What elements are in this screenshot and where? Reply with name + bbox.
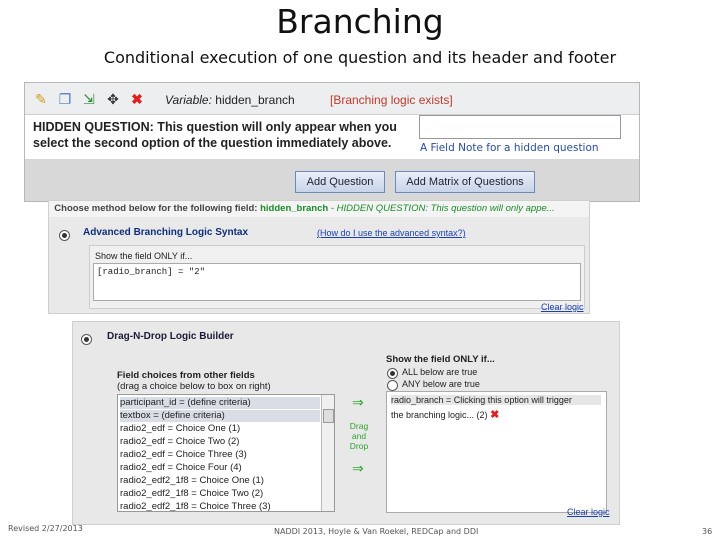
pencil-icon[interactable]: ✎ [33, 91, 49, 107]
add-matrix-button[interactable]: Add Matrix of Questions [395, 171, 535, 193]
list-item[interactable]: radio2_edf2_1f8 = Choice Three (3) [120, 501, 320, 511]
field-desc: - HIDDEN QUESTION: This question will on… [330, 203, 555, 214]
field-note: A Field Note for a hidden question [420, 142, 599, 154]
right-arrow-icon: ⇒ [352, 460, 364, 476]
footer-center: NADDI 2013, Hoyle & Van Roekel, REDCap a… [274, 527, 479, 536]
question-text: HIDDEN QUESTION: This question will only… [33, 120, 397, 150]
dnd-builder-panel: Drag-N-Drop Logic Builder Field choices … [72, 321, 620, 525]
advanced-title: Advanced Branching Logic Syntax [83, 227, 249, 238]
footer-page: 36 [702, 527, 713, 536]
list-item[interactable]: radio2_edf = Choice One (1) [120, 423, 320, 435]
field-name: hidden_branch [260, 203, 329, 214]
any-true-radio[interactable] [387, 380, 398, 391]
choices-list[interactable]: participant_id = (define criteria) textb… [117, 394, 335, 512]
advanced-radio[interactable] [59, 230, 70, 241]
choose-method-row: Choose method below for the following fi… [49, 201, 589, 217]
choose-prefix: Choose method below for the following fi… [54, 203, 258, 214]
drag-drop-label: Drag and Drop [349, 421, 369, 451]
copy-icon[interactable]: ❐ [57, 91, 73, 107]
list-item[interactable]: radio2_edf = Choice Four (4) [120, 462, 320, 474]
branch-icon[interactable]: ⇲ [81, 91, 97, 107]
add-question-button[interactable]: Add Question [295, 171, 385, 193]
list-item[interactable]: radio2_edf = Choice Two (2) [120, 436, 320, 448]
choices-title: Field choices from other fields [117, 370, 255, 381]
show-only-label: Show the field ONLY if... [386, 354, 495, 365]
any-true-label: ANY below are true [402, 379, 480, 389]
all-true-label: ALL below are true [402, 367, 478, 377]
clear-logic-link[interactable]: Clear logic [541, 302, 584, 312]
branching-status[interactable]: [Branching logic exists] [330, 93, 453, 107]
advanced-help-link[interactable]: (How do I use the advanced syntax?) [317, 228, 466, 238]
dnd-title: Drag-N-Drop Logic Builder [107, 331, 234, 342]
scroll-thumb[interactable] [323, 409, 334, 423]
list-item[interactable]: radio2_edf2_1f8 = Choice Two (2) [120, 488, 320, 500]
choices-scrollbar[interactable] [321, 395, 334, 511]
answer-input[interactable] [419, 115, 621, 139]
choices-subtitle: (drag a choice below to box on right) [117, 381, 271, 392]
variable-name: hidden_branch [215, 93, 295, 107]
show-field-label: Show the field ONLY if... [95, 251, 193, 261]
list-item[interactable]: participant_id = (define criteria) [120, 397, 320, 409]
field-toolbar: ✎ ❐ ⇲ ✥ ✖ Variable: hidden_branch [Branc… [25, 83, 639, 115]
question-editor-panel: ✎ ❐ ⇲ ✥ ✖ Variable: hidden_branch [Branc… [24, 82, 640, 202]
list-item[interactable]: textbox = (define criteria) [120, 410, 320, 422]
move-icon[interactable]: ✥ [105, 91, 121, 107]
list-item[interactable]: radio2_edf = Choice Three (3) [120, 449, 320, 461]
right-arrow-icon: ⇒ [352, 394, 364, 410]
slide-title: Branching [276, 2, 444, 41]
logic-drop-box[interactable]: radio_branch = Clicking this option will… [386, 391, 607, 513]
drop-item-line2[interactable]: the branching logic... (2) ✖ [391, 408, 499, 421]
logic-syntax-textarea[interactable]: [radio_branch] = "2" [93, 263, 581, 301]
advanced-syntax-panel: Choose method below for the following fi… [48, 200, 590, 314]
remove-x-icon[interactable]: ✖ [490, 409, 499, 421]
question-row: HIDDEN QUESTION: This question will only… [25, 115, 639, 159]
dnd-radio[interactable] [81, 334, 92, 345]
delete-x-icon[interactable]: ✖ [129, 91, 145, 107]
advanced-logic-box: Show the field ONLY if... [radio_branch]… [89, 245, 585, 309]
footer-revised: Revised 2/27/2013 [8, 524, 83, 533]
variable-label: Variable: hidden_branch [165, 93, 295, 107]
list-item[interactable]: radio2_edf2_1f8 = Choice One (1) [120, 475, 320, 487]
drop-item-line1[interactable]: radio_branch = Clicking this option will… [391, 395, 601, 405]
all-true-radio[interactable] [387, 368, 398, 379]
slide-subtitle: Conditional execution of one question an… [103, 48, 617, 67]
clear-logic-link[interactable]: Clear logic [567, 507, 610, 517]
